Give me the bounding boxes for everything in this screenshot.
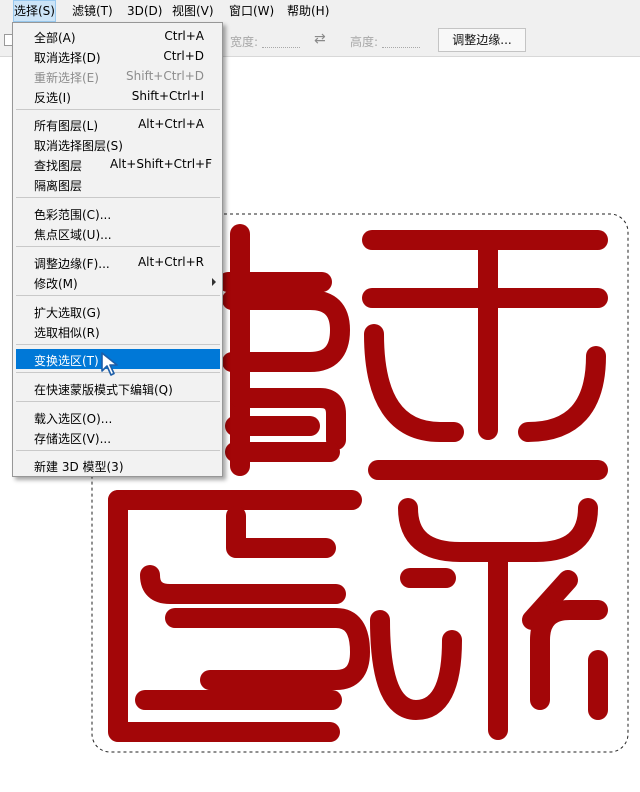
menu-item-load-selection[interactable]: 载入选区(O)...	[16, 407, 220, 427]
menu-item-shortcut: Alt+Ctrl+R	[137, 255, 204, 269]
menu-item-color-range[interactable]: 色彩范围(C)...	[16, 203, 220, 223]
menu-item-label: 在快速蒙版模式下编辑(Q)	[34, 383, 173, 397]
mouse-pointer-icon	[101, 352, 118, 376]
menu-item-label: 存储选区(V)...	[34, 432, 112, 446]
menu-item-inverse[interactable]: 反选(I) Shift+Ctrl+I	[16, 86, 220, 106]
menu-item-similar[interactable]: 选取相似(R)	[16, 321, 220, 341]
menu-item-shortcut: Shift+Ctrl+I	[131, 89, 204, 103]
submenu-arrow-icon	[212, 278, 216, 286]
menu-separator	[16, 109, 220, 110]
menu-item-reselect: 重新选择(E) Shift+Ctrl+D	[16, 66, 220, 86]
menu-item-deselect[interactable]: 取消选择(D) Ctrl+D	[16, 46, 220, 66]
menu-item-modify[interactable]: 修改(M)	[16, 272, 220, 292]
menu-item-label: 选取相似(R)	[34, 326, 100, 340]
menu-item-save-selection[interactable]: 存储选区(V)...	[16, 427, 220, 447]
menu-item-label: 反选(I)	[34, 91, 71, 105]
menu-item-refine-edge[interactable]: 调整边缘(F)... Alt+Ctrl+R	[16, 252, 220, 272]
menu-item-all[interactable]: 全部(A) Ctrl+A	[16, 26, 220, 46]
menu-item-focus-area[interactable]: 焦点区域(U)...	[16, 223, 220, 243]
menu-item-shortcut: Ctrl+D	[163, 49, 204, 63]
menu-item-label: 变换选区(T)	[34, 354, 99, 368]
menu-item-label: 所有图层(L)	[34, 119, 99, 133]
menu-item-label: 载入选区(O)...	[34, 412, 113, 426]
menu-separator	[16, 344, 220, 345]
menu-item-shortcut: Alt+Shift+Ctrl+F	[110, 157, 212, 171]
menu-separator	[16, 401, 220, 402]
menu-item-grow[interactable]: 扩大选取(G)	[16, 301, 220, 321]
menu-item-label: 重新选择(E)	[34, 71, 99, 85]
menu-item-new-3d-model[interactable]: 新建 3D 模型(3)	[16, 455, 220, 475]
menu-item-label: 隔离图层	[34, 179, 83, 193]
menu-item-label: 调整边缘(F)...	[34, 257, 110, 271]
menu-separator	[16, 246, 220, 247]
menu-item-isolate-layers[interactable]: 隔离图层	[16, 174, 220, 194]
select-menu-dropdown: 全部(A) Ctrl+A 取消选择(D) Ctrl+D 重新选择(E) Shif…	[12, 22, 223, 477]
menu-item-quick-mask[interactable]: 在快速蒙版模式下编辑(Q)	[16, 378, 220, 398]
menu-item-shortcut: Shift+Ctrl+D	[126, 69, 204, 83]
menu-item-label: 色彩范围(C)...	[34, 208, 112, 222]
menu-item-shortcut: Alt+Ctrl+A	[138, 117, 204, 131]
menu-item-find-layers[interactable]: 查找图层 Alt+Shift+Ctrl+F	[16, 154, 220, 174]
menu-item-label: 焦点区域(U)...	[34, 228, 112, 242]
menu-item-label: 扩大选取(G)	[34, 306, 101, 320]
menu-item-deselect-layers[interactable]: 取消选择图层(S)	[16, 134, 220, 154]
menu-item-label: 新建 3D 模型(3)	[34, 460, 124, 474]
menu-item-all-layers[interactable]: 所有图层(L) Alt+Ctrl+A	[16, 114, 220, 134]
menu-item-label: 查找图层	[34, 159, 83, 173]
menu-item-label: 全部(A)	[34, 31, 76, 45]
menu-item-label: 取消选择(D)	[34, 51, 101, 65]
menu-item-label: 取消选择图层(S)	[34, 139, 123, 153]
menu-item-shortcut: Ctrl+A	[164, 29, 204, 43]
menu-item-label: 修改(M)	[34, 277, 78, 291]
menu-separator	[16, 450, 220, 451]
menu-separator	[16, 197, 220, 198]
menu-separator	[16, 295, 220, 296]
